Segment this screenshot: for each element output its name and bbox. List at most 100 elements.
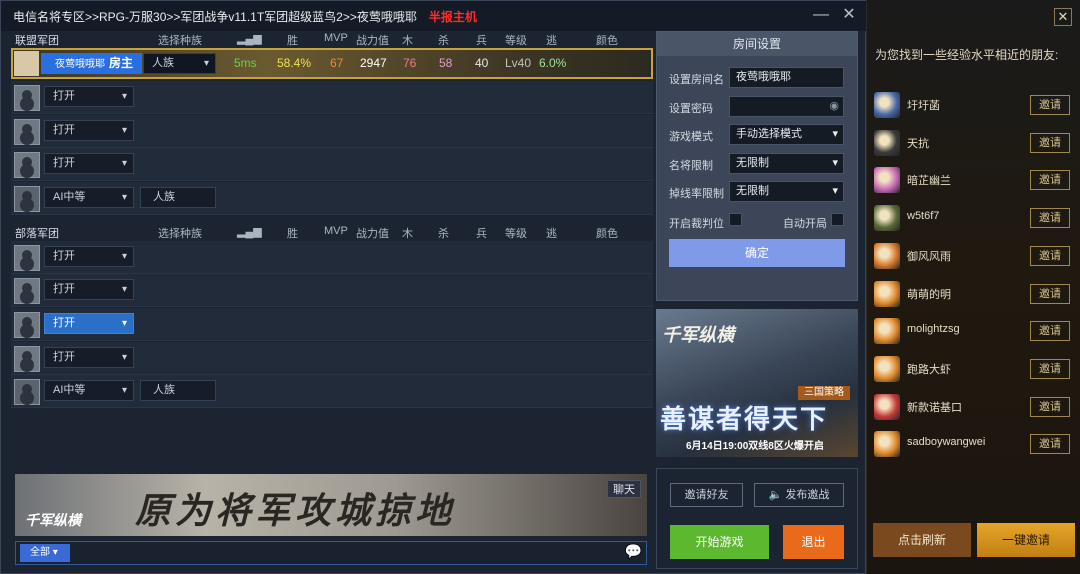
eye-icon[interactable]: ◉ bbox=[829, 97, 839, 116]
password-input[interactable]: ◉ bbox=[729, 96, 844, 117]
slot-state-select[interactable]: 打开 ▾ bbox=[44, 246, 134, 267]
host-player-row[interactable]: 夜莺哦哦耶 房主 人族 ▾ 5ms 58.4% 67 2947 76 58 40 L… bbox=[11, 48, 653, 79]
close-icon[interactable]: ✕ bbox=[1054, 8, 1072, 26]
chat-input[interactable]: 全部 ▾ 💬 bbox=[15, 541, 647, 565]
friend-suggest-panel: ✕ 为您找到一些经验水平相近的朋友: 圩圩菡 邀请 天抗 邀请 暗芷幽兰 邀请 w5t6f7… bbox=[866, 0, 1080, 574]
col-escape: 逃 bbox=[546, 35, 557, 47]
slot-state-select[interactable]: 打开 ▾ bbox=[44, 120, 134, 141]
ai-slot: AI中等 ▾ 人族 bbox=[11, 375, 653, 408]
friend-name: 新款诺基口 bbox=[907, 401, 962, 414]
confirm-button[interactable]: 确定 bbox=[669, 239, 845, 267]
chat-bubble-icon[interactable]: 💬 bbox=[625, 543, 642, 560]
invite-button[interactable]: 邀请 bbox=[1030, 208, 1070, 229]
invite-button[interactable]: 邀请 bbox=[1030, 132, 1070, 153]
minimize-icon[interactable]: — bbox=[813, 7, 829, 23]
col-race: 选择种族 bbox=[158, 228, 202, 240]
invite-button[interactable]: 邀请 bbox=[1030, 245, 1070, 266]
judge-checkbox[interactable] bbox=[729, 213, 742, 226]
host-winrate: 58.4% bbox=[277, 56, 312, 70]
chat-filter-select[interactable]: 全部 ▾ bbox=[20, 544, 70, 562]
slot-state-select[interactable]: 打开 ▾ bbox=[44, 347, 134, 368]
friend-avatar bbox=[874, 92, 900, 118]
friend-avatar bbox=[874, 318, 900, 345]
promo-banner-right[interactable]: 千军纵横 三国策略 善谋者得天下 6月14日19:00双线8区火爆开启 bbox=[656, 309, 858, 457]
invite-button[interactable]: 邀请 bbox=[1030, 321, 1070, 342]
col-color: 颜色 bbox=[596, 35, 618, 47]
drop-limit-select[interactable]: 无限制 ▾ bbox=[729, 181, 844, 202]
ad-logo: 千军纵横 bbox=[662, 325, 734, 345]
invite-button[interactable]: 邀请 bbox=[1030, 358, 1070, 379]
col-win: 胜 bbox=[287, 35, 298, 47]
invite-friends-button[interactable]: 邀请好友 bbox=[670, 483, 743, 507]
auto-start-checkbox[interactable] bbox=[831, 213, 844, 226]
empty-avatar-icon bbox=[14, 119, 40, 145]
auto-start-label: 自动开局 bbox=[783, 218, 827, 230]
col-mvp: MVP bbox=[324, 32, 348, 44]
host-soldier: 40 bbox=[475, 56, 489, 70]
friend-name: 萌萌的明 bbox=[907, 288, 951, 301]
ad-tag: 三国策略 bbox=[798, 386, 850, 400]
host-avatar bbox=[14, 51, 39, 76]
host-name-badge: 夜莺哦哦耶 房主 bbox=[41, 53, 142, 74]
col-mvp: MVP bbox=[324, 225, 348, 237]
friend-name: 圩圩菡 bbox=[907, 100, 940, 112]
robot-icon bbox=[14, 186, 40, 212]
refresh-button[interactable]: 点击刷新 bbox=[873, 523, 971, 557]
hero-limit-select[interactable]: 无限制 ▾ bbox=[729, 153, 844, 174]
hero-limit-label: 名将限制 bbox=[669, 160, 713, 172]
invite-button[interactable]: 邀请 bbox=[1030, 95, 1070, 115]
host-level: Lv40 bbox=[505, 56, 532, 70]
host-mvp: 67 bbox=[330, 56, 344, 70]
report-host-link[interactable]: 半报主机 bbox=[429, 8, 477, 25]
promo-banner-bottom[interactable]: 原为将军攻城掠地 千军纵横 聊天 bbox=[15, 474, 647, 536]
player-slot: 打开 ▾ bbox=[11, 342, 653, 375]
ai-level-select[interactable]: AI中等 ▾ bbox=[44, 380, 134, 401]
quit-button[interactable]: 退出 bbox=[783, 525, 844, 559]
friend-avatar bbox=[874, 205, 900, 232]
signal-icon: ▂▄▆ bbox=[237, 226, 262, 238]
slot-state-select[interactable]: 打开 ▾ bbox=[44, 279, 134, 300]
chat-button[interactable]: 聊天 bbox=[607, 480, 641, 498]
team-name: 部落军团 bbox=[15, 228, 59, 240]
friend-avatar bbox=[874, 355, 900, 382]
col-kill: 杀 bbox=[438, 228, 449, 240]
host-race-select[interactable]: 人族 ▾ bbox=[143, 53, 216, 74]
signal-icon: ▂▄▆ bbox=[237, 33, 262, 45]
invite-button[interactable]: 邀请 bbox=[1030, 170, 1070, 191]
publish-challenge-button[interactable]: 🔈 发布邀战 bbox=[754, 483, 844, 507]
friend-name: 跑路大虾 bbox=[907, 363, 951, 376]
friend-avatar bbox=[874, 280, 900, 307]
friend-row: 天抗 邀请 bbox=[873, 126, 1075, 158]
empty-avatar-icon bbox=[14, 346, 40, 372]
invite-button[interactable]: 邀请 bbox=[1030, 283, 1070, 304]
col-power: 战力值 bbox=[356, 228, 389, 240]
slot-state-select[interactable]: 打开 ▾ bbox=[44, 86, 134, 107]
friend-avatar bbox=[874, 242, 900, 269]
invite-button[interactable]: 邀请 bbox=[1030, 396, 1070, 417]
game-mode-select[interactable]: 手动选择模式 ▾ bbox=[729, 124, 844, 145]
friend-row: 御风风雨 邀请 bbox=[873, 239, 1075, 271]
room-settings-panel: 房间设置 设置房间名 夜莺哦哦耶 设置密码 ◉ 游戏模式 手动选择模式 ▾ 名将限… bbox=[656, 31, 858, 301]
start-game-button[interactable]: 开始游戏 bbox=[670, 525, 769, 559]
room-settings-header: 房间设置 bbox=[657, 32, 857, 56]
slot-state-select[interactable]: 打开 ▾ bbox=[44, 153, 134, 174]
invite-all-button[interactable]: 一键邀请 bbox=[977, 523, 1075, 557]
close-icon[interactable]: ✕ bbox=[841, 7, 857, 23]
col-race: 选择种族 bbox=[158, 35, 202, 47]
room-name-row: 设置房间名 夜莺哦哦耶 bbox=[669, 67, 849, 89]
ai-slot: AI中等 ▾ 人族 bbox=[11, 182, 653, 215]
ai-race: 人族 bbox=[140, 380, 216, 401]
slot-state-select[interactable]: 打开 ▾ bbox=[44, 313, 134, 334]
ai-level-select[interactable]: AI中等 ▾ bbox=[44, 187, 134, 208]
room-name-input[interactable]: 夜莺哦哦耶 bbox=[729, 67, 844, 88]
ad-slogan: 善谋者得天下 bbox=[660, 404, 829, 434]
col-level: 等级 bbox=[505, 228, 527, 240]
ad-date: 6月14日19:00双线8区火爆开启 bbox=[686, 441, 824, 452]
team-header: 联盟军团 选择种族 ▂▄▆ 胜 MVP 战力值 木 杀 兵 等级 逃 颜色 bbox=[11, 31, 653, 47]
empty-avatar-icon bbox=[14, 152, 40, 178]
invite-button[interactable]: 邀请 bbox=[1030, 434, 1070, 455]
host-wood: 76 bbox=[403, 56, 417, 70]
friend-avatar bbox=[874, 129, 900, 156]
team-name: 联盟军团 bbox=[15, 35, 59, 47]
col-win: 胜 bbox=[287, 228, 298, 240]
